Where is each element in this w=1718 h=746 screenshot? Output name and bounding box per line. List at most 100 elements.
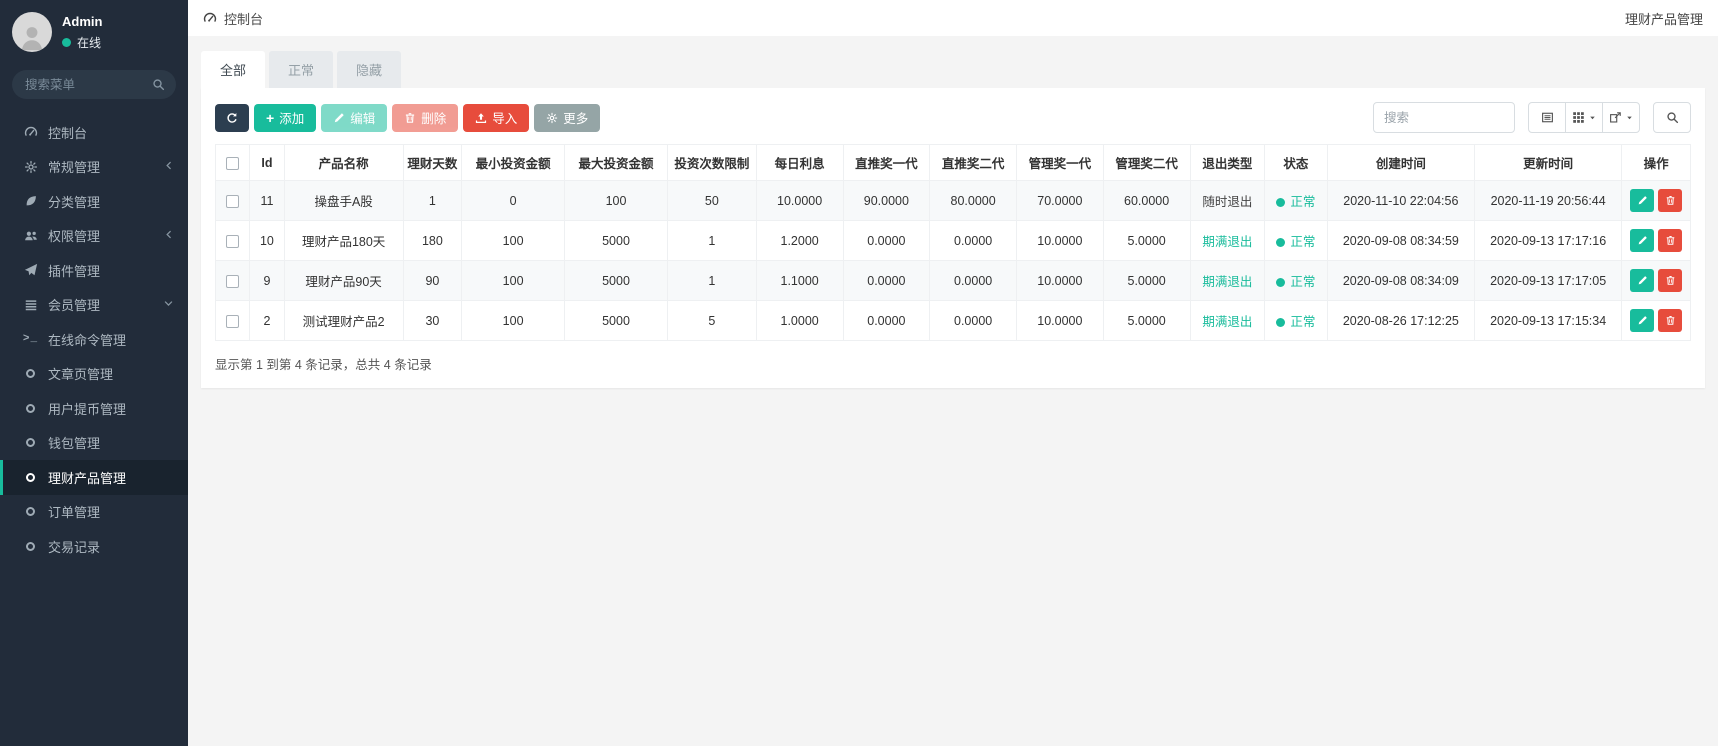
sidebar: Admin 在线 控制台常规管理分类管理权限管理插件管理会员管理>_在线命令管理… — [0, 0, 188, 746]
cell-max-invest: 100 — [565, 181, 668, 221]
status-badge: 正常 — [1290, 235, 1315, 249]
row-checkbox[interactable] — [226, 235, 239, 248]
select-all-header[interactable] — [216, 145, 250, 181]
table-controls-group — [1528, 102, 1640, 133]
table-row[interactable]: 9理财产品90天90100500011.10000.00000.000010.0… — [216, 261, 1691, 301]
search-button[interactable] — [1653, 102, 1691, 133]
cell-actions — [1622, 301, 1691, 341]
row-checkbox[interactable] — [226, 195, 239, 208]
column-header[interactable]: 直推奖一代 — [843, 145, 930, 181]
tab-hidden[interactable]: 隐藏 — [337, 51, 401, 88]
table-search-input[interactable] — [1373, 102, 1515, 133]
pencil-icon — [333, 112, 345, 124]
cell-name: 理财产品90天 — [284, 261, 403, 301]
sidebar-item-financial-product-management[interactable]: 理财产品管理 — [0, 460, 188, 495]
column-header[interactable]: 状态 — [1265, 145, 1328, 181]
edit-row-button[interactable] — [1630, 269, 1654, 292]
sidebar-item-wallet-management[interactable]: 钱包管理 — [0, 426, 188, 461]
sidebar-item-general-management[interactable]: 常规管理 — [0, 150, 188, 185]
select-all-checkbox[interactable] — [226, 157, 239, 170]
cell-direct-reward-2: 0.0000 — [930, 301, 1017, 341]
cell-days: 1 — [403, 181, 462, 221]
status-dot — [1276, 278, 1285, 287]
delete-button[interactable]: 删除 — [392, 104, 458, 132]
online-status-label: 在线 — [77, 34, 101, 51]
sidebar-item-permission-management[interactable]: 权限管理 — [0, 219, 188, 254]
cell-direct-reward-1: 0.0000 — [843, 221, 930, 261]
column-header[interactable]: 直推奖二代 — [930, 145, 1017, 181]
main-area: 控制台 理财产品管理 全部正常隐藏 + 添加 编辑 — [188, 0, 1718, 746]
column-header[interactable]: 管理奖二代 — [1103, 145, 1190, 181]
column-header[interactable]: Id — [250, 145, 284, 181]
edit-row-button[interactable] — [1630, 309, 1654, 332]
column-header[interactable]: 理财天数 — [403, 145, 462, 181]
more-button[interactable]: 更多 — [534, 104, 600, 132]
status-badge: 正常 — [1290, 195, 1315, 209]
cell-invest-limit: 50 — [667, 181, 756, 221]
column-header[interactable]: 最大投资金额 — [565, 145, 668, 181]
toggle-view-button[interactable] — [1528, 102, 1566, 133]
sidebar-item-member-management[interactable]: 会员管理 — [0, 288, 188, 323]
cell-updated-at: 2020-11-19 20:56:44 — [1475, 181, 1622, 221]
tab-normal[interactable]: 正常 — [269, 51, 333, 88]
column-header[interactable]: 最小投资金额 — [462, 145, 565, 181]
sidebar-item-article-page-management[interactable]: 文章页管理 — [0, 357, 188, 392]
search-icon — [1666, 111, 1679, 124]
delete-row-button[interactable] — [1658, 229, 1682, 252]
column-header[interactable]: 操作 — [1622, 145, 1691, 181]
sidebar-item-dashboard[interactable]: 控制台 — [0, 115, 188, 150]
column-header[interactable]: 退出类型 — [1190, 145, 1265, 181]
row-checkbox[interactable] — [226, 275, 239, 288]
cell-id: 11 — [250, 181, 284, 221]
tab-all[interactable]: 全部 — [201, 51, 265, 88]
sidebar-item-label: 钱包管理 — [48, 433, 100, 452]
delete-row-button[interactable] — [1658, 269, 1682, 292]
edit-row-button[interactable] — [1630, 189, 1654, 212]
column-header[interactable]: 管理奖一代 — [1017, 145, 1104, 181]
table-row[interactable]: 10理财产品180天180100500011.20000.00000.00001… — [216, 221, 1691, 261]
online-status-dot — [62, 38, 71, 47]
sidebar-search — [12, 70, 176, 99]
status-badge: 正常 — [1290, 315, 1315, 329]
chevron-down-icon — [163, 297, 174, 312]
export-button[interactable] — [1602, 102, 1640, 133]
table-row[interactable]: 2测试理财产品230100500051.00000.00000.000010.0… — [216, 301, 1691, 341]
sidebar-item-category-management[interactable]: 分类管理 — [0, 184, 188, 219]
delete-row-button[interactable] — [1658, 309, 1682, 332]
sidebar-item-user-withdraw-management[interactable]: 用户提币管理 — [0, 391, 188, 426]
sidebar-item-label: 权限管理 — [48, 226, 100, 245]
column-header[interactable]: 创建时间 — [1327, 145, 1474, 181]
column-header[interactable]: 更新时间 — [1475, 145, 1622, 181]
cell-created-at: 2020-09-08 08:34:09 — [1327, 261, 1474, 301]
sidebar-item-plugin-management[interactable]: 插件管理 — [0, 253, 188, 288]
sidebar-item-online-command-management[interactable]: >_在线命令管理 — [0, 322, 188, 357]
edit-button[interactable]: 编辑 — [321, 104, 387, 132]
sidebar-item-transaction-records[interactable]: 交易记录 — [0, 529, 188, 564]
cell-min-invest: 100 — [462, 261, 565, 301]
column-header[interactable]: 产品名称 — [284, 145, 403, 181]
cell-created-at: 2020-08-26 17:12:25 — [1327, 301, 1474, 341]
cell-min-invest: 100 — [462, 301, 565, 341]
column-header[interactable]: 每日利息 — [756, 145, 843, 181]
column-header[interactable]: 投资次数限制 — [667, 145, 756, 181]
cell-min-invest: 0 — [462, 181, 565, 221]
breadcrumb[interactable]: 控制台 — [203, 9, 263, 28]
import-button[interactable]: 导入 — [463, 104, 529, 132]
sidebar-item-order-management[interactable]: 订单管理 — [0, 495, 188, 530]
add-button[interactable]: + 添加 — [254, 104, 316, 132]
delete-button-label: 删除 — [421, 108, 446, 127]
row-checkbox[interactable] — [226, 315, 239, 328]
cell-daily-interest: 1.2000 — [756, 221, 843, 261]
cell-updated-at: 2020-09-13 17:15:34 — [1475, 301, 1622, 341]
cell-manage-reward-1: 10.0000 — [1017, 221, 1104, 261]
refresh-button[interactable] — [215, 104, 249, 132]
columns-button[interactable] — [1565, 102, 1603, 133]
cell-manage-reward-1: 70.0000 — [1017, 181, 1104, 221]
user-panel: Admin 在线 — [0, 0, 188, 60]
table-row[interactable]: 11操盘手A股101005010.000090.000080.000070.00… — [216, 181, 1691, 221]
delete-row-button[interactable] — [1658, 189, 1682, 212]
trash-icon — [404, 112, 416, 124]
cell-actions — [1622, 261, 1691, 301]
edit-row-button[interactable] — [1630, 229, 1654, 252]
dashboard-icon — [203, 11, 217, 25]
